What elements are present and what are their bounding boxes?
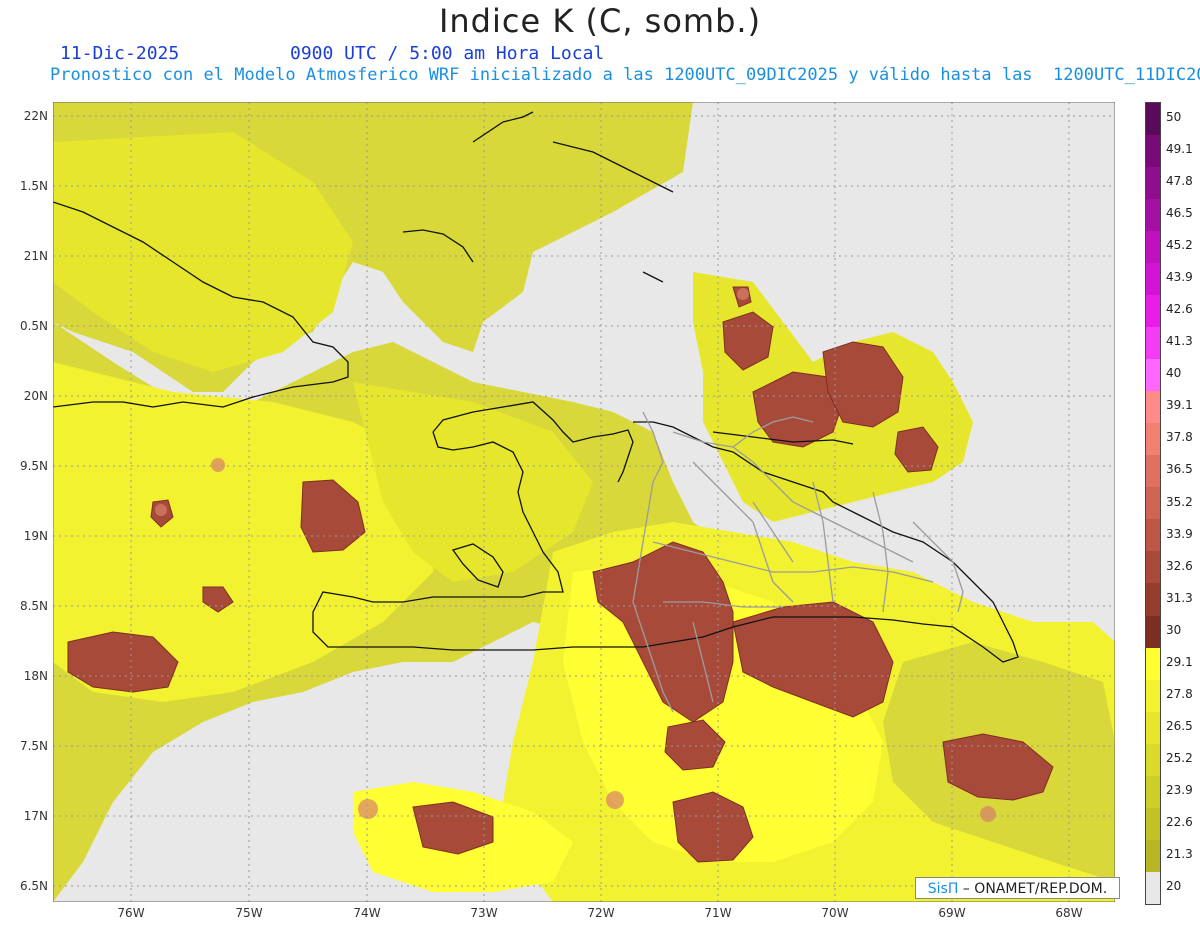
lat-label: 22N — [23, 109, 48, 123]
lat-label: 9.5N — [19, 459, 48, 473]
lat-label: 7.5N — [19, 739, 48, 753]
lat-label: 17N — [23, 809, 48, 823]
legend-label: 47.8 — [1166, 174, 1193, 189]
lon-label: 70W — [821, 906, 849, 920]
lon-label: 74W — [353, 906, 381, 920]
lon-label: 68W — [1055, 906, 1083, 920]
legend-label: 25.2 — [1166, 750, 1193, 765]
legend-color-swatch — [1146, 487, 1160, 520]
legend-label: 31.3 — [1166, 590, 1193, 605]
legend-color-swatch — [1146, 167, 1160, 200]
lat-label: 0.5N — [19, 319, 48, 333]
legend-color-swatch — [1146, 263, 1160, 296]
legend-color-swatch — [1146, 583, 1160, 616]
legend-label: 42.6 — [1166, 302, 1193, 317]
legend-color-swatch — [1146, 743, 1160, 776]
legend-label: 35.2 — [1166, 494, 1193, 509]
lon-label: 69W — [938, 906, 966, 920]
legend-color-swatch — [1146, 679, 1160, 712]
k-index-map — [53, 102, 1115, 902]
legend-color-swatch — [1146, 807, 1160, 840]
lat-label: 8.5N — [19, 599, 48, 613]
legend-label: 36.5 — [1166, 462, 1193, 477]
legend-label: 50 — [1166, 110, 1182, 125]
legend-color-swatch — [1146, 615, 1160, 648]
legend-label: 49.1 — [1166, 142, 1193, 157]
sispi-logo: SisΠ — [927, 881, 959, 897]
legend-color-swatch — [1146, 135, 1160, 168]
lon-label: 71W — [704, 906, 732, 920]
forecast-time: 0900 UTC / 5:00 am Hora Local — [290, 43, 605, 64]
legend-label: 22.6 — [1166, 814, 1193, 829]
legend-label: 30 — [1166, 622, 1182, 637]
legend-color-swatch — [1146, 551, 1160, 584]
forecast-subtitle: Pronostico con el Modelo Atmosferico WRF… — [50, 65, 1200, 85]
legend-color-swatch — [1146, 327, 1160, 360]
legend-color-swatch — [1146, 231, 1160, 264]
legend-color-swatch — [1146, 391, 1160, 424]
credit-text: – ONAMET/REP.DOM. — [962, 881, 1108, 897]
lon-label: 72W — [587, 906, 615, 920]
legend-color-swatch — [1146, 775, 1160, 808]
legend-label: 27.8 — [1166, 686, 1193, 701]
legend-color-swatch — [1146, 359, 1160, 392]
legend-label: 26.5 — [1166, 718, 1193, 733]
lat-label: 6.5N — [19, 879, 48, 893]
legend-label: 21.3 — [1166, 846, 1193, 861]
legend-color-swatch — [1146, 647, 1160, 680]
lon-label: 76W — [117, 906, 145, 920]
forecast-date: 11-Dic-2025 — [60, 43, 180, 64]
lat-label: 18N — [23, 669, 48, 683]
legend-label: 20 — [1166, 878, 1182, 893]
credit-box: SisΠ – ONAMET/REP.DOM. — [915, 877, 1120, 899]
legend-label: 29.1 — [1166, 654, 1193, 669]
legend-label: 43.9 — [1166, 270, 1193, 285]
legend-color-swatch — [1146, 199, 1160, 232]
lon-label: 75W — [235, 906, 263, 920]
legend-color-swatch — [1146, 455, 1160, 488]
lat-label: 20N — [23, 389, 48, 403]
legend-color-swatch — [1146, 839, 1160, 872]
color-legend — [1145, 102, 1161, 905]
lat-label: 21N — [23, 249, 48, 263]
legend-color-swatch — [1146, 295, 1160, 328]
legend-label: 23.9 — [1166, 782, 1193, 797]
legend-color-swatch — [1146, 871, 1160, 904]
lon-label: 73W — [470, 906, 498, 920]
lat-label: 19N — [23, 529, 48, 543]
map-title: Indice K (C, somb.) — [438, 2, 762, 40]
legend-color-swatch — [1146, 103, 1160, 136]
legend-label: 45.2 — [1166, 238, 1193, 253]
legend-label: 41.3 — [1166, 334, 1193, 349]
lat-label: 1.5N — [19, 179, 48, 193]
legend-color-swatch — [1146, 711, 1160, 744]
legend-label: 37.8 — [1166, 430, 1193, 445]
legend-label: 46.5 — [1166, 206, 1193, 221]
legend-label: 32.6 — [1166, 558, 1193, 573]
legend-label: 40 — [1166, 366, 1182, 381]
legend-color-swatch — [1146, 519, 1160, 552]
legend-label: 39.1 — [1166, 398, 1193, 413]
legend-color-swatch — [1146, 423, 1160, 456]
legend-label: 33.9 — [1166, 526, 1193, 541]
